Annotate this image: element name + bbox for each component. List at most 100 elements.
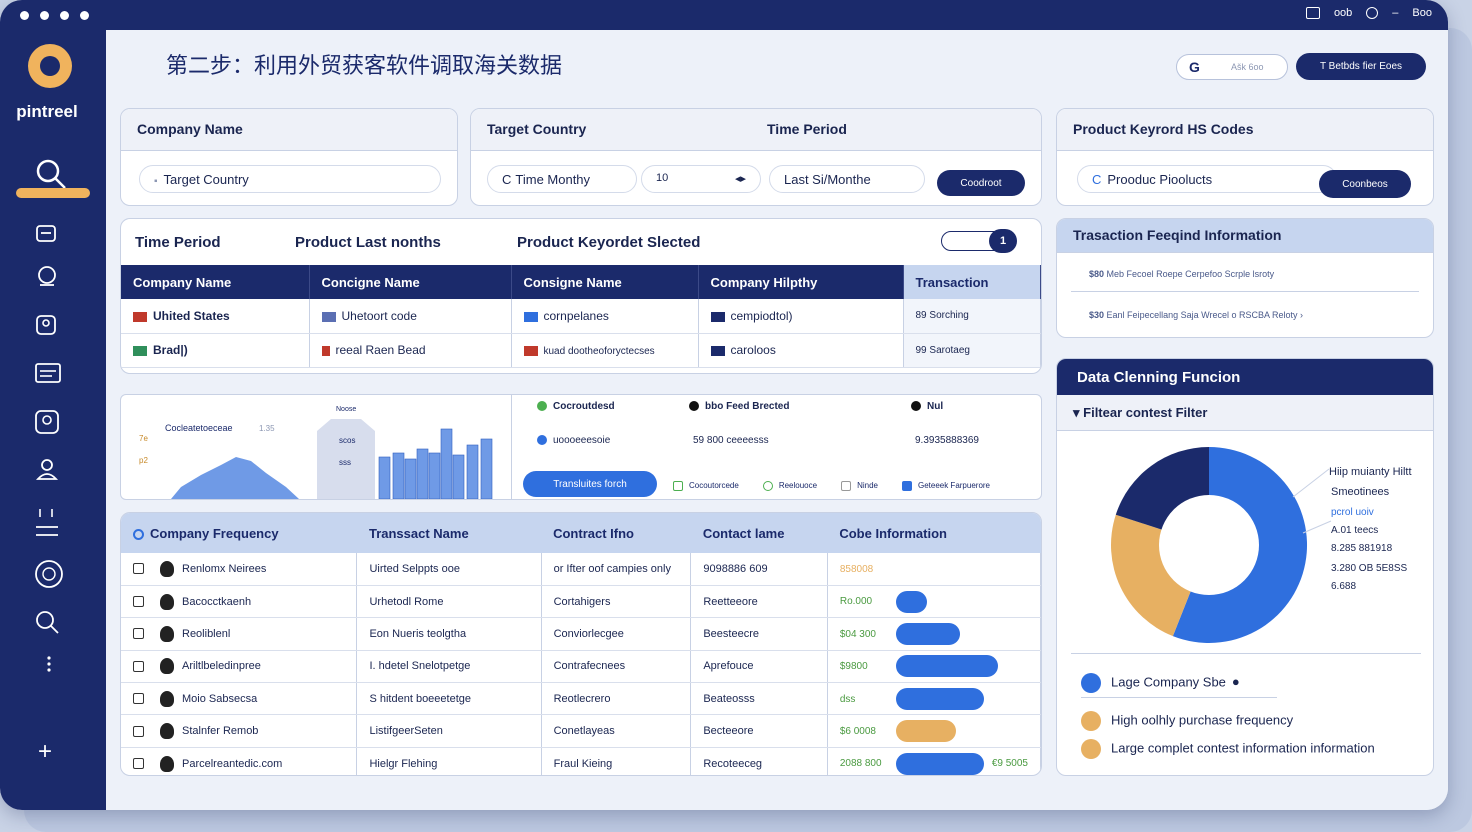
last-months-input[interactable]: Last Si/Monthe <box>769 165 925 193</box>
selection-badge[interactable]: 1 <box>989 229 1017 253</box>
product-filter-input[interactable]: C Prooduc Pioolucts <box>1077 165 1337 193</box>
table-row[interactable]: Moio Sabsecsa S hitdent boeeetetge Reotlec… <box>121 682 1041 716</box>
chip-2[interactable]: Ninde <box>841 481 878 491</box>
sidebar-item-zoom[interactable] <box>0 589 100 637</box>
top-cell: 99 Sarotaeg <box>903 333 1041 368</box>
sidebar-item-profile[interactable] <box>0 397 100 445</box>
main-content: 第二步：利用外贸获客软件调取海关数据 G Ašk 6oo T Betbds fi… <box>106 30 1448 810</box>
table-row[interactable]: Stalnfer Remob ListifgeerSeten Conetlayeas… <box>121 714 1041 748</box>
frequency-bar <box>895 752 984 775</box>
mini-bar <box>392 452 405 499</box>
area-shape <box>171 457 299 499</box>
window-controls[interactable] <box>20 11 89 20</box>
score-value: 2088 800 <box>839 758 882 770</box>
company-name: Ariltlbeledinpree <box>182 660 261 673</box>
transactions-button[interactable]: Transluites forch <box>523 471 657 497</box>
row-checkbox[interactable] <box>133 660 144 672</box>
transaction-line-1: $80 Meb Fecoel Roepe Cerpefoo Scrple lsr… <box>1057 253 1433 279</box>
chip-0[interactable]: Cocoutorcede <box>673 481 739 491</box>
data-cleaning-subtitle: ▾ Filtear contest Filter <box>1057 395 1433 431</box>
sidebar-item-filters[interactable] <box>0 493 100 541</box>
table-row[interactable]: Ariltlbeledinpree I. hdetel Snelotpetge Co… <box>121 650 1041 684</box>
col-header-0[interactable]: Company Frequency <box>121 513 357 553</box>
row-checkbox[interactable] <box>133 563 144 575</box>
search-icon[interactable] <box>1366 7 1379 19</box>
country-filter-button[interactable]: Coodroot <box>937 170 1025 196</box>
contact-name: 9098886 609 <box>690 553 828 586</box>
sidebar-item-users[interactable] <box>0 445 100 493</box>
donut-label: pcrol uoiv <box>1331 507 1374 518</box>
col-header-1[interactable]: Transsact Name <box>356 513 542 553</box>
top-header-4[interactable]: Transaction <box>903 265 1041 299</box>
row-checkbox[interactable] <box>133 596 144 608</box>
table-row[interactable]: Renlomx Neirees Uirted Selppts ooe or Ifte… <box>121 553 1041 586</box>
table-row[interactable]: Parcelreantedic.com Hielgr Flehing Fraul K… <box>121 747 1041 775</box>
mini-bar <box>404 458 417 499</box>
legend-label: Large complet contest information inform… <box>1111 740 1375 756</box>
brand-name: pintreel <box>16 102 78 121</box>
row-checkbox[interactable] <box>133 725 144 737</box>
sidebar-item-messages[interactable] <box>0 253 100 301</box>
donut-label: 6.688 <box>1331 581 1356 592</box>
header-search[interactable]: G Ašk 6oo <box>1176 54 1288 80</box>
mini-bar <box>480 438 493 499</box>
table-row[interactable]: Bacocctkaenh Urhetodl Rome Cortahigers Reet… <box>121 585 1041 619</box>
chip-1[interactable]: Reelouoce <box>762 481 817 491</box>
col-header-4[interactable]: Cobe Information <box>827 513 1041 553</box>
product-filter-value: Prooduc Pioolucts <box>1107 172 1213 187</box>
top-cell: reeal Raen Bead <box>335 343 426 357</box>
legend-name: bbo Feed Brected <box>705 401 790 412</box>
sidebar-item-search[interactable] <box>0 145 100 193</box>
top-header-0[interactable]: Company Name <box>121 265 310 299</box>
product-filter-button[interactable]: Coonbeos <box>1319 170 1411 198</box>
table-row[interactable]: Brad|) reeal Raen Bead kuad dootheoforyc… <box>121 333 1041 368</box>
top-table: Company Name Concigne Name Consigne Name… <box>121 265 1041 368</box>
data-cleaning-title: Data Clenning Funcion <box>1057 359 1433 395</box>
sidebar-item-reports[interactable] <box>0 349 100 397</box>
col-header-3[interactable]: Contact lame <box>690 513 828 553</box>
more-icon <box>47 656 51 672</box>
sidebar-item-globe[interactable] <box>0 541 100 589</box>
mini-chart-card: Cocleatetoeceae 1.35 Noose scos sss 7e p… <box>120 394 1042 500</box>
top-header-3[interactable]: Company Hilpthy <box>698 265 904 299</box>
row-checkbox[interactable] <box>133 758 144 770</box>
sidebar-item-more[interactable] <box>0 637 100 685</box>
topbar-text-1: oob <box>1333 7 1353 19</box>
stepper-icon[interactable]: ◂▸ <box>735 172 746 185</box>
product-filter-card: Product Keyrord HS Codes C Prooduc Pioolu… <box>1056 108 1434 206</box>
chip-label: Geteeek Farpuerore <box>917 481 991 491</box>
transaction-line-2[interactable]: $30 Eanl Feipecellang Saja Wrecel o RSCB… <box>1057 292 1433 320</box>
donut-label: Hiip muianty Hiltt <box>1329 466 1412 478</box>
transaction-info-card: Trasaction Feeqind Information $80 Meb F… <box>1056 218 1434 338</box>
minus-icon[interactable]: – <box>1392 7 1398 19</box>
mini-bar <box>416 448 429 499</box>
row-checkbox[interactable] <box>133 628 144 640</box>
col-header-label: Company Frequency <box>150 525 279 541</box>
flag-icon <box>133 345 147 356</box>
chip-icon <box>841 481 852 491</box>
selection-label-1: Time Period <box>135 234 221 251</box>
header-action-button[interactable]: T Betbds fier Eoes <box>1296 53 1426 80</box>
company-filter-input[interactable]: ▪ Target Country <box>139 165 441 193</box>
table-row[interactable]: Uhited States Uhetoort code cornpelanes … <box>121 299 1041 334</box>
chip-3[interactable]: Geteeek Farpuerore <box>901 481 991 491</box>
avatar <box>160 690 174 707</box>
sidebar-item-contacts[interactable] <box>0 301 100 349</box>
grid-icon[interactable] <box>1305 7 1320 19</box>
mini-chart-mid-label-2: sss <box>339 458 351 467</box>
sidebar-item-settings[interactable] <box>0 193 100 253</box>
flag-icon <box>321 345 330 356</box>
table-row[interactable]: Reoliblenl Eon Nueris teolgtha Conviorlecg… <box>121 617 1041 651</box>
time-monthly-input[interactable]: C Time Monthy <box>487 165 637 193</box>
row-checkbox[interactable] <box>133 693 144 705</box>
donut-label: Smeotinees <box>1331 486 1390 498</box>
legend-swatch <box>1081 673 1101 693</box>
top-cell: caroloos <box>730 343 776 357</box>
top-header-2[interactable]: Consigne Name <box>511 265 699 299</box>
top-cell: Uhited States <box>153 308 230 323</box>
add-icon[interactable]: + <box>38 738 52 766</box>
month-count-input[interactable]: 10 ◂▸ <box>641 165 761 193</box>
col-header-2[interactable]: Contract Ifno <box>541 513 691 553</box>
top-header-1[interactable]: Concigne Name <box>309 265 512 299</box>
gear-icon <box>36 225 56 242</box>
